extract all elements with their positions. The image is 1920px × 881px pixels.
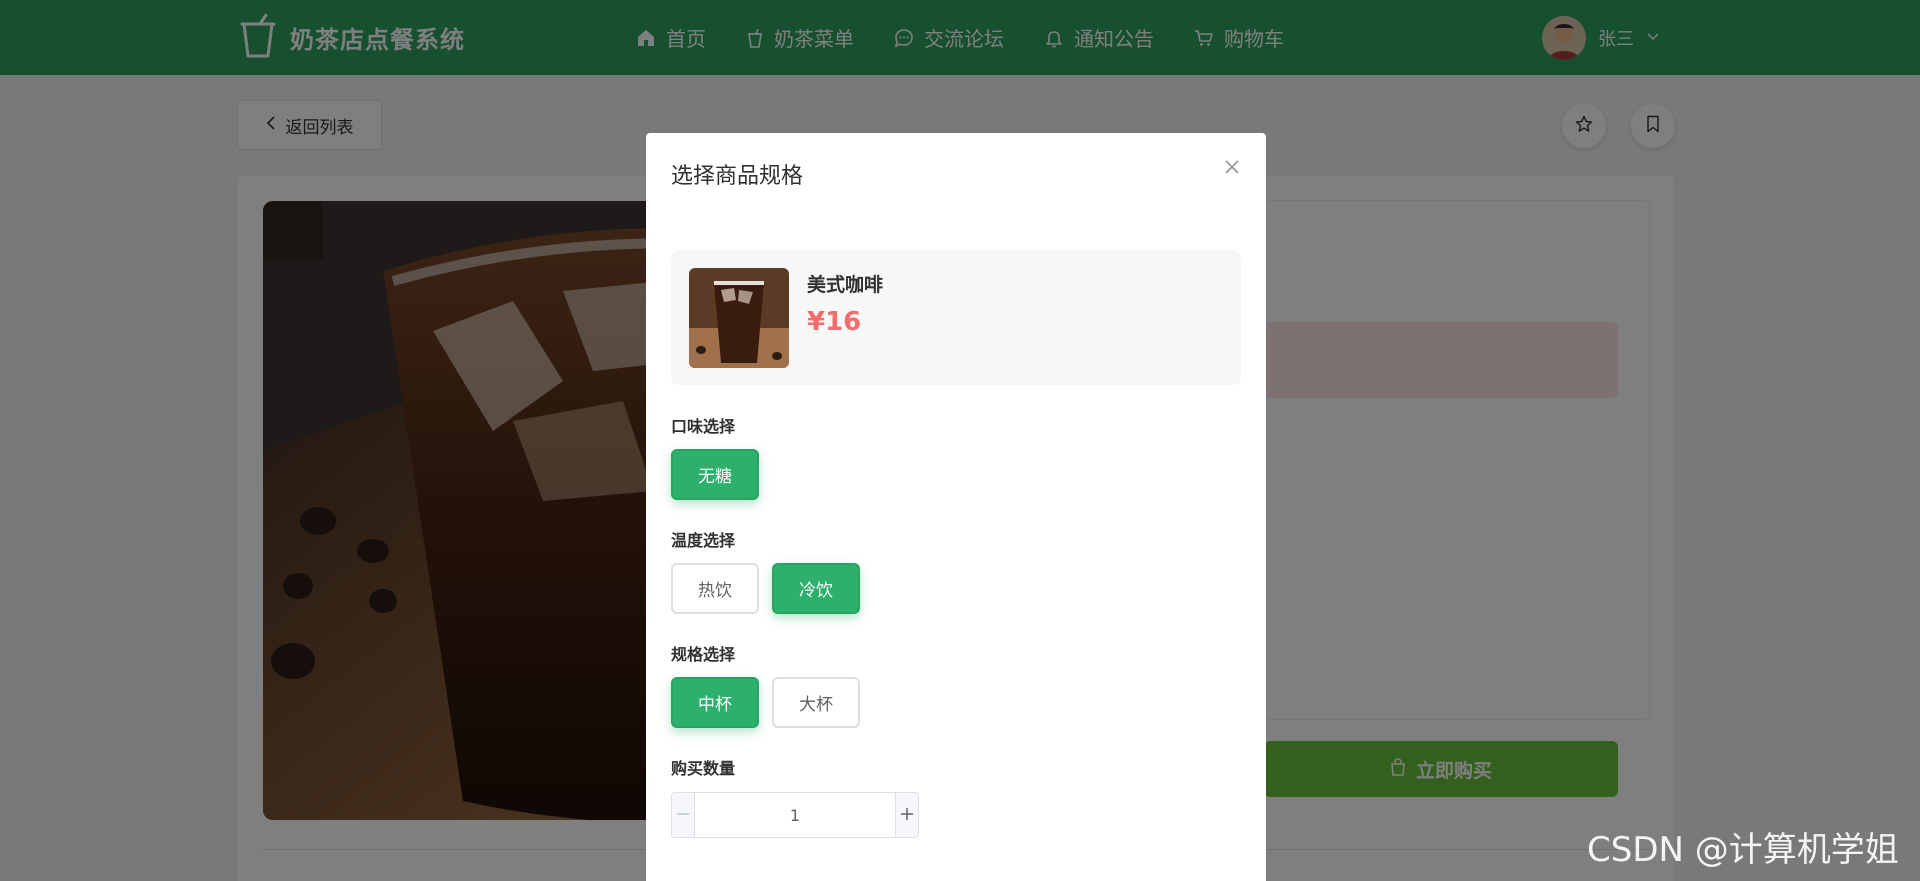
product-price: ¥16 [807,307,862,337]
quantity-stepper [671,792,919,838]
increase-button[interactable] [895,793,918,837]
minus-icon [676,806,690,825]
temperature-option-cold[interactable]: 冷饮 [772,563,860,614]
quantity-input[interactable] [695,793,895,837]
close-button[interactable] [1220,157,1244,181]
dialog-title: 选择商品规格 [671,164,804,189]
temperature-label: 温度选择 [671,531,736,550]
size-label: 规格选择 [671,645,736,664]
size-option-large[interactable]: 大杯 [772,677,860,728]
product-thumbnail [689,268,789,368]
taste-options: 无糖 [671,449,759,500]
size-option-medium[interactable]: 中杯 [671,677,759,728]
temperature-option-hot[interactable]: 热饮 [671,563,759,614]
taste-label: 口味选择 [671,417,736,436]
product-summary: 美式咖啡 ¥16 [671,250,1241,385]
close-icon [1224,159,1240,179]
plus-icon [900,806,914,825]
quantity-label: 购买数量 [671,759,736,778]
temperature-options: 热饮 冷饮 [671,563,860,614]
decrease-button[interactable] [672,793,695,837]
taste-option-no-sugar[interactable]: 无糖 [671,449,759,500]
watermark: CSDN @计算机学姐 [1587,830,1899,870]
product-name: 美式咖啡 [807,274,884,296]
spec-select-dialog: 选择商品规格 美式咖啡 ¥16 口味选择 无糖 温度选择 热饮 冷饮 规格选择 [646,133,1266,881]
size-options: 中杯 大杯 [671,677,860,728]
